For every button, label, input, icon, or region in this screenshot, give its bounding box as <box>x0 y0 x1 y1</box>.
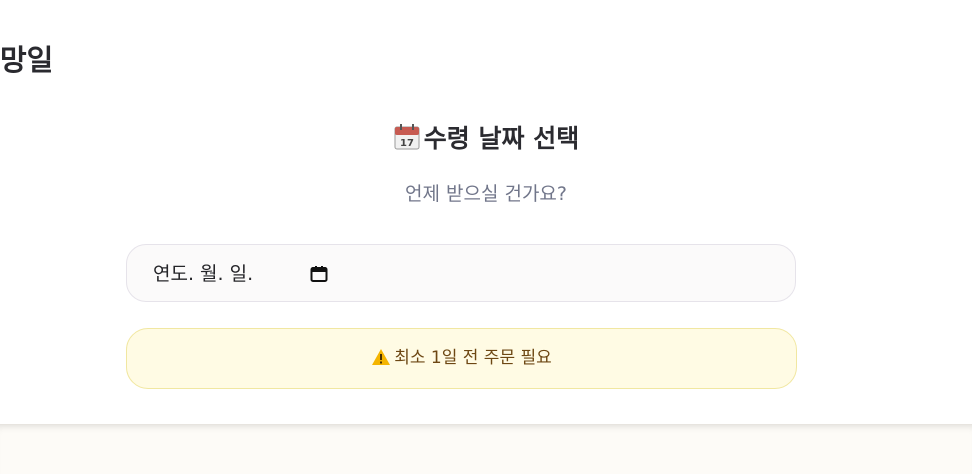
pickup-date-input[interactable]: 연도. 월. 일. <box>126 244 796 302</box>
section-title: 수령 날짜 선택 <box>423 124 580 153</box>
pickup-date-page: 망일 17 수령 날짜 선택 언제 받으실 건가요? 연도. 월. 일. 최소 … <box>0 0 972 474</box>
svg-text:17: 17 <box>400 138 414 149</box>
calendar-icon: 17 <box>394 124 420 150</box>
warning-icon <box>372 349 391 365</box>
calendar-picker-icon[interactable] <box>310 265 328 283</box>
notice-text: 최소 1일 전 주문 필요 <box>394 348 552 368</box>
section-subtitle: 언제 받으실 건가요? <box>404 183 567 205</box>
page-title: 망일 <box>0 43 54 77</box>
date-selection-card: 망일 17 수령 날짜 선택 언제 받으실 건가요? 연도. 월. 일. 최소 … <box>0 0 972 424</box>
minimum-order-notice: 최소 1일 전 주문 필요 <box>126 328 797 389</box>
date-input-placeholder: 연도. 월. 일. <box>153 263 254 285</box>
bottom-background-panel <box>0 424 972 474</box>
section-title-row: 17 수령 날짜 선택 <box>0 120 972 158</box>
